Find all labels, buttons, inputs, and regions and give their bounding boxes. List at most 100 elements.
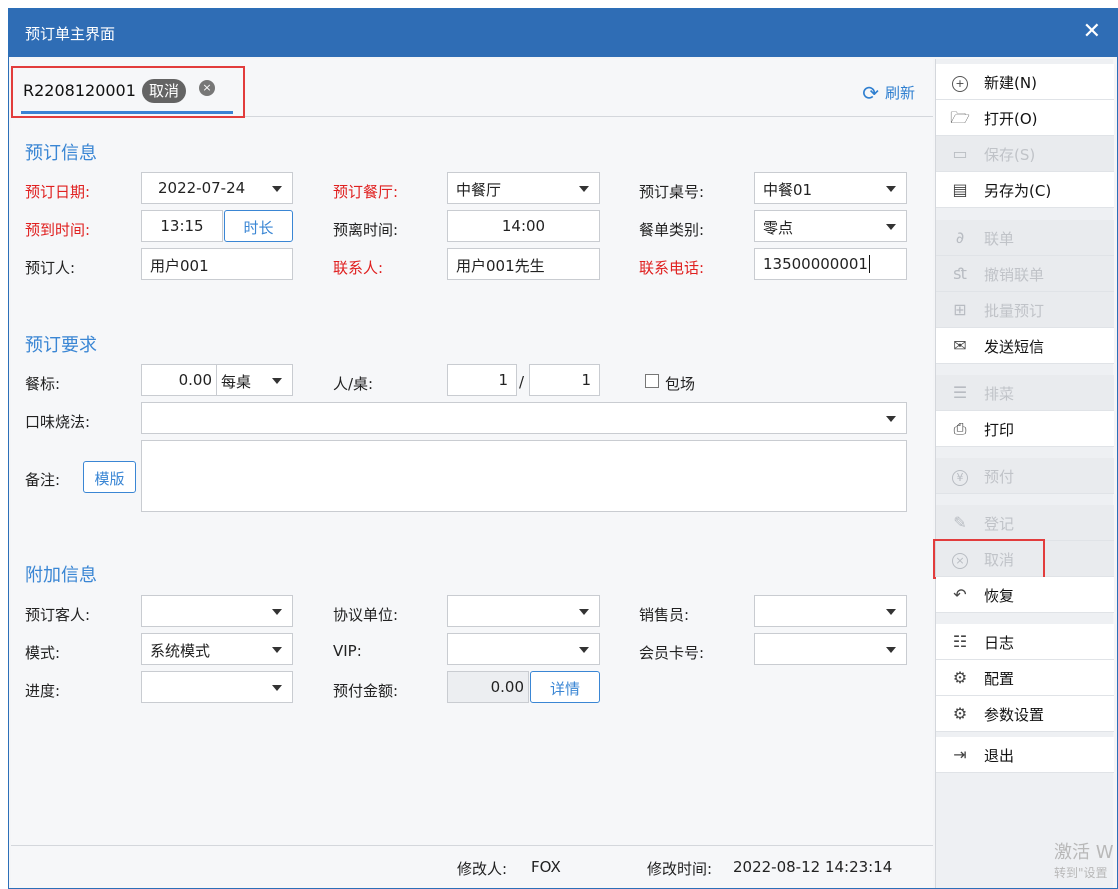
mode-select[interactable]: 系统模式 bbox=[141, 633, 293, 665]
yen-icon: ¥ bbox=[950, 466, 970, 486]
exit-button[interactable]: ⇥ 退出 bbox=[936, 737, 1114, 773]
unlink-icon: ﬆ bbox=[953, 264, 967, 283]
save-as-button[interactable]: ▤ 另存为(C) bbox=[936, 172, 1114, 208]
restaurant-select[interactable]: 中餐厅 bbox=[447, 172, 600, 204]
agreement-select[interactable] bbox=[447, 595, 600, 627]
send-sms-label: 发送短信 bbox=[984, 338, 1045, 356]
detail-button[interactable]: 详情 bbox=[530, 671, 600, 703]
open-button[interactable]: 🗁 打开(O) bbox=[936, 100, 1114, 136]
link-icon: ∂ bbox=[955, 228, 965, 247]
vip-select[interactable] bbox=[447, 633, 600, 665]
refresh-icon: ⟳ bbox=[862, 81, 879, 105]
exit-label: 退出 bbox=[984, 747, 1015, 765]
refresh-button[interactable]: ⟳ 刷新 bbox=[862, 81, 915, 105]
date-value: 2022-07-24 bbox=[158, 179, 246, 197]
log-button[interactable]: ☷ 日志 bbox=[936, 624, 1114, 660]
leave-input[interactable]: 14:00 bbox=[447, 210, 600, 242]
mail-icon: ✉ bbox=[953, 336, 967, 355]
unlink-order-button[interactable]: ﬆ 撤销联单 bbox=[936, 256, 1114, 292]
mode-label: 模式: bbox=[25, 644, 61, 662]
arrange-dishes-button[interactable]: ☰ 排菜 bbox=[936, 375, 1114, 411]
restore-button[interactable]: ↶ 恢复 bbox=[936, 577, 1114, 613]
unlink-order-label: 撤销联单 bbox=[984, 266, 1045, 284]
booker-input[interactable]: 用户001 bbox=[141, 248, 293, 280]
undo-icon: ↶ bbox=[953, 585, 967, 604]
modified-time-value: 2022-08-12 14:23:14 bbox=[733, 858, 893, 876]
standard-input[interactable]: 0.00 bbox=[141, 364, 217, 396]
people-label: 人/桌: bbox=[333, 375, 374, 393]
menu-type-value: 零点 bbox=[763, 219, 794, 237]
private-label: 包场 bbox=[665, 375, 696, 393]
config-button[interactable]: ⚙ 配置 bbox=[936, 660, 1114, 696]
activation-watermark-sub: 转到"设置 bbox=[1054, 866, 1108, 880]
cancel-highlight-box bbox=[933, 539, 1045, 579]
status-footer: 修改人: FOX 修改时间: 2022-08-12 14:23:14 bbox=[11, 845, 933, 888]
card-label: 会员卡号: bbox=[639, 644, 705, 662]
link-order-label: 联单 bbox=[984, 230, 1015, 248]
dialog-window: 预订单主界面 ✕ R2208120001 取消 × ⟳ 刷新 预订信息 预订日期:… bbox=[8, 8, 1118, 889]
tab-bar: R2208120001 取消 × ⟳ 刷新 bbox=[11, 59, 933, 118]
refresh-label: 刷新 bbox=[884, 84, 915, 102]
modifier-value: FOX bbox=[531, 858, 561, 876]
booker-label: 预订人: bbox=[25, 259, 76, 277]
table-select[interactable]: 中餐01 bbox=[754, 172, 907, 204]
phone-input[interactable]: 13500000001​ bbox=[754, 248, 907, 280]
table-count-input[interactable]: 1 bbox=[529, 364, 600, 396]
sales-select[interactable] bbox=[754, 595, 907, 627]
print-icon: ⎙ bbox=[953, 419, 967, 438]
send-sms-button[interactable]: ✉ 发送短信 bbox=[936, 328, 1114, 364]
people-separator: / bbox=[519, 373, 525, 391]
prepay-button[interactable]: ¥ 预付 bbox=[936, 458, 1114, 494]
new-button[interactable]: + 新建(N) bbox=[936, 64, 1114, 100]
settings-icon: ⚙ bbox=[952, 704, 968, 723]
register-button[interactable]: ✎ 登记 bbox=[936, 505, 1114, 541]
duration-button[interactable]: 时长 bbox=[224, 210, 293, 242]
flavor-label: 口味烧法: bbox=[25, 413, 91, 431]
leave-value: 14:00 bbox=[501, 217, 546, 235]
log-icon: ☷ bbox=[952, 632, 968, 651]
guest-select[interactable] bbox=[141, 595, 293, 627]
highlight-box bbox=[11, 66, 245, 118]
config-label: 配置 bbox=[984, 670, 1015, 688]
standard-unit-select[interactable]: 每桌 bbox=[216, 364, 293, 396]
open-label: 打开(O) bbox=[984, 110, 1038, 128]
window-title: 预订单主界面 bbox=[25, 25, 116, 43]
date-select[interactable]: 2022-07-24 bbox=[141, 172, 293, 204]
card-select[interactable] bbox=[754, 633, 907, 665]
table-value: 中餐01 bbox=[763, 181, 813, 199]
restaurant-value: 中餐厅 bbox=[456, 181, 502, 199]
link-order-button[interactable]: ∂ 联单 bbox=[936, 220, 1114, 256]
prepay-amount: 0.00 bbox=[447, 671, 529, 703]
progress-select[interactable] bbox=[141, 671, 293, 703]
dish-icon: ☰ bbox=[952, 383, 968, 402]
standard-value: 0.00 bbox=[178, 371, 212, 389]
arrive-input[interactable]: 13:15 bbox=[141, 210, 223, 242]
main-panel: R2208120001 取消 × ⟳ 刷新 预订信息 预订日期: 2022-07-… bbox=[11, 59, 933, 888]
save-icon: ▭ bbox=[952, 144, 968, 163]
private-checkbox[interactable] bbox=[645, 374, 659, 388]
print-label: 打印 bbox=[984, 421, 1015, 439]
prepay-action-label: 预付 bbox=[984, 468, 1015, 486]
edit-icon: ✎ bbox=[953, 513, 967, 532]
menu-type-label: 餐单类别: bbox=[639, 221, 705, 239]
flavor-select[interactable] bbox=[141, 402, 907, 434]
contact-value: 用户001先生 bbox=[456, 257, 545, 275]
modifier-label: 修改人: bbox=[457, 860, 508, 878]
remark-label: 备注: bbox=[25, 471, 61, 489]
close-icon[interactable]: ✕ bbox=[1083, 19, 1101, 44]
arrive-value: 13:15 bbox=[160, 217, 204, 235]
template-button[interactable]: 模版 bbox=[83, 461, 136, 493]
register-label: 登记 bbox=[984, 515, 1015, 533]
remark-textarea[interactable] bbox=[141, 440, 907, 512]
standard-label: 餐标: bbox=[25, 375, 61, 393]
modified-time-label: 修改时间: bbox=[647, 860, 713, 878]
save-label: 保存(S) bbox=[984, 146, 1036, 164]
menu-type-select[interactable]: 零点 bbox=[754, 210, 907, 242]
guest-label: 预订客人: bbox=[25, 606, 91, 624]
print-button[interactable]: ⎙ 打印 bbox=[936, 411, 1114, 447]
contact-input[interactable]: 用户001先生 bbox=[447, 248, 600, 280]
param-settings-button[interactable]: ⚙ 参数设置 bbox=[936, 696, 1114, 732]
people-input[interactable]: 1 bbox=[447, 364, 517, 396]
batch-booking-button[interactable]: ⊞ 批量预订 bbox=[936, 292, 1114, 328]
save-button[interactable]: ▭ 保存(S) bbox=[936, 136, 1114, 172]
